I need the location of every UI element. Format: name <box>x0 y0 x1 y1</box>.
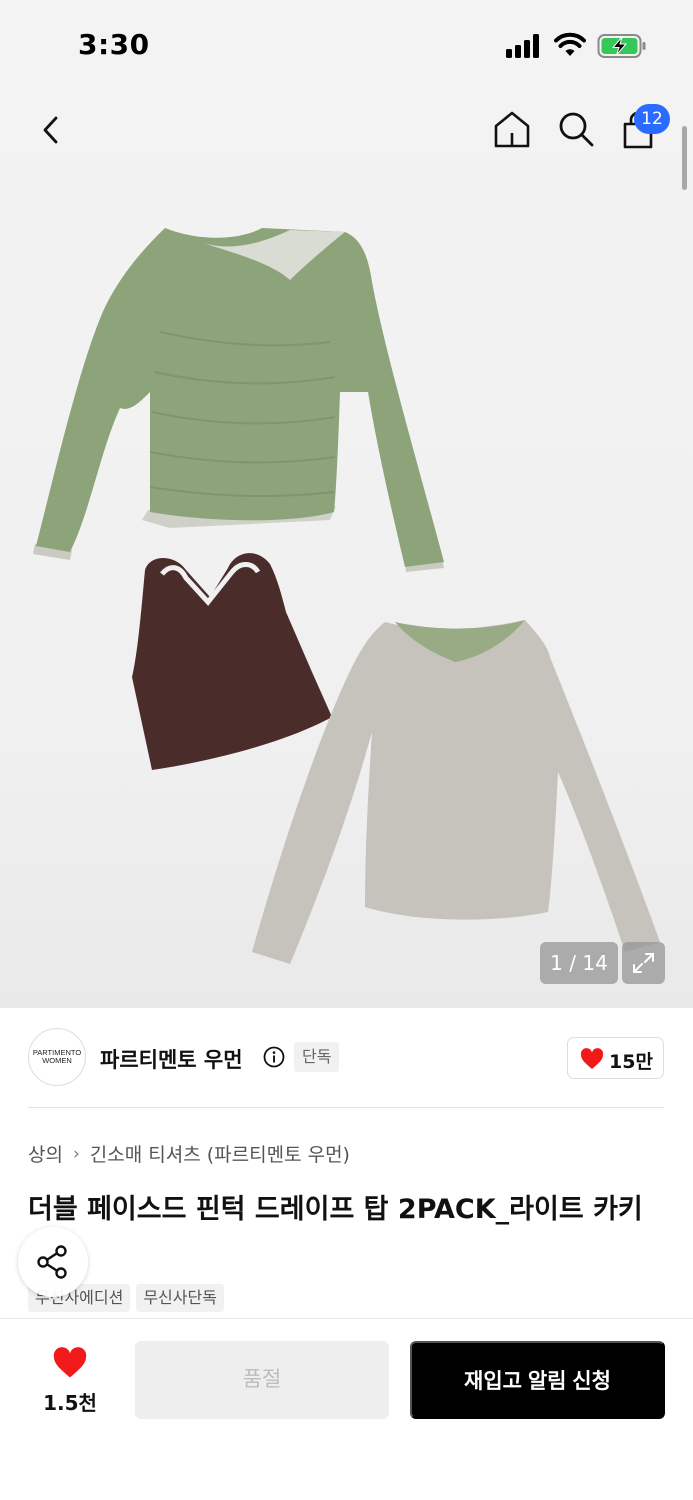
chevron-right-icon: › <box>72 1143 80 1164</box>
heart-icon <box>53 1347 87 1378</box>
wishlist-button[interactable]: 1.5천 <box>30 1343 110 1421</box>
green-top-illustration <box>33 228 444 572</box>
product-tag[interactable]: 무신사단독 <box>136 1284 224 1312</box>
image-page-counter: 1 / 14 <box>540 942 618 984</box>
breadcrumb-category[interactable]: 상의 <box>28 1140 63 1167</box>
cart-count-badge: 12 <box>634 104 670 134</box>
scroll-indicator <box>682 126 687 190</box>
brand-like-count: 15만 <box>609 1051 653 1073</box>
back-arrow-icon[interactable] <box>34 112 70 148</box>
brand-row: PARTIMENTO WOMEN 파르티멘토 우먼 단독 15만 <box>0 1008 693 1108</box>
expand-icon <box>633 953 654 973</box>
soldout-button: 품절 <box>135 1341 389 1419</box>
wifi-icon <box>554 32 586 56</box>
product-image <box>33 228 660 964</box>
grey-top-illustration <box>252 620 660 964</box>
brand-name[interactable]: 파르티멘토 우먼 <box>100 1044 243 1074</box>
divider <box>28 1107 664 1108</box>
status-time: 3:30 <box>78 28 150 61</box>
wishlist-count: 1.5천 <box>43 1391 97 1415</box>
brand-logo[interactable]: PARTIMENTO WOMEN <box>28 1028 86 1086</box>
bottom-action-bar: 1.5천 품절 재입고 알림 신청 <box>0 1318 693 1500</box>
info-icon[interactable] <box>263 1046 285 1068</box>
brown-top-illustration <box>132 553 332 770</box>
share-button[interactable] <box>18 1227 88 1297</box>
home-icon[interactable] <box>491 109 533 151</box>
battery-charging-icon <box>597 34 646 58</box>
breadcrumb: 상의 › 긴소매 티셔츠 (파르티멘토 우먼) <box>28 1140 350 1167</box>
product-title: 더블 페이스드 핀턱 드레이프 탑 2PACK_라이트 카키 <box>28 1194 643 1225</box>
brand-like-button[interactable]: 15만 <box>567 1037 664 1079</box>
status-bar: 3:30 <box>0 0 693 92</box>
expand-image-button[interactable] <box>622 942 665 984</box>
search-icon[interactable] <box>556 109 596 149</box>
heart-icon <box>580 1048 604 1069</box>
breadcrumb-subcategory[interactable]: 긴소매 티셔츠 (파르티멘토 우먼) <box>90 1140 350 1167</box>
product-image-gallery[interactable]: 12 1 / 14 <box>0 92 693 1008</box>
cellular-signal-icon <box>506 34 542 58</box>
share-icon <box>37 1245 67 1279</box>
exclusive-badge: 단독 <box>294 1042 340 1072</box>
restock-alert-button[interactable]: 재입고 알림 신청 <box>410 1341 665 1419</box>
